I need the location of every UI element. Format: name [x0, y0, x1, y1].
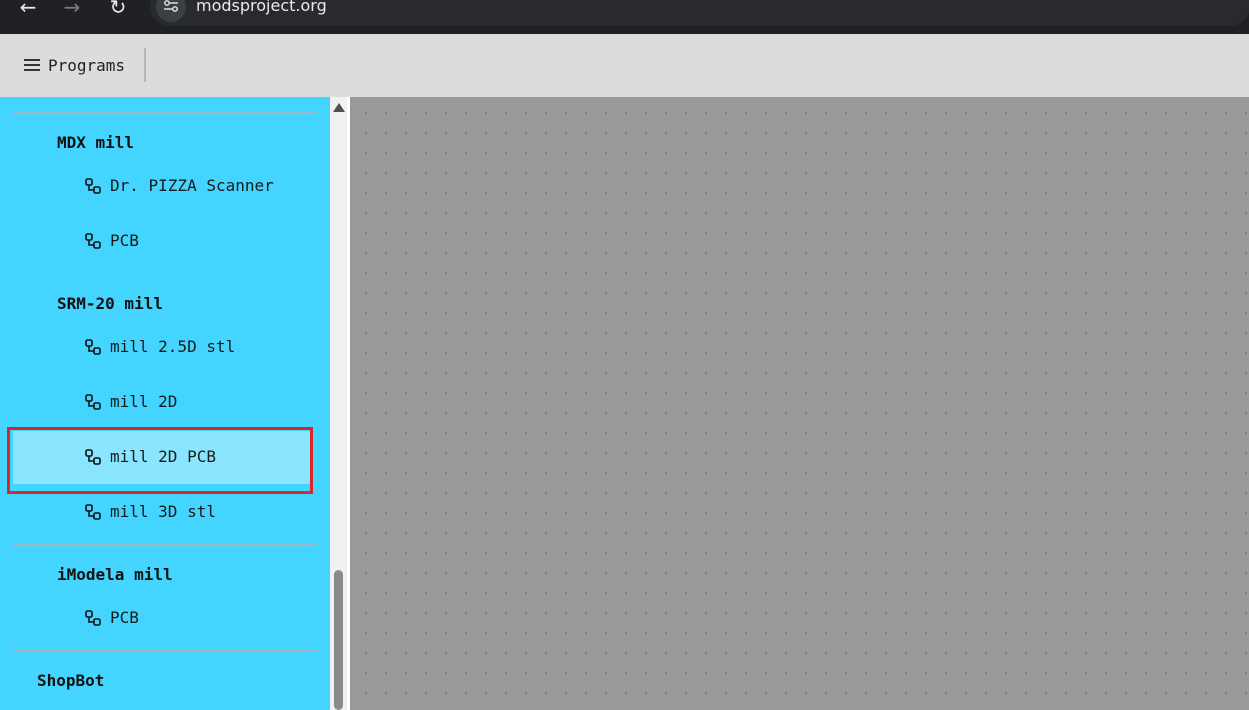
divider	[13, 544, 317, 545]
app-header: Programs	[0, 34, 1249, 97]
group-title-shopbot[interactable]: ShopBot	[37, 671, 104, 691]
divider	[13, 112, 317, 113]
scroll-up-icon[interactable]	[333, 103, 345, 112]
divider	[13, 650, 317, 651]
group-title-mdx-mill: MDX mill	[57, 133, 135, 152]
program-link-icon	[85, 610, 101, 626]
sidebar-item-label: mill 3D stl	[110, 502, 216, 521]
url-text[interactable]: modsproject.org	[196, 0, 327, 14]
arrow-left-icon[interactable]: ←	[13, 0, 43, 22]
program-link-icon	[85, 233, 101, 249]
hamburger-icon	[24, 59, 40, 71]
group-title-imodela-mill: iModela mill	[57, 565, 173, 584]
group-title-srm-20-mill: SRM-20 mill	[57, 294, 163, 313]
program-link-icon	[85, 178, 101, 194]
sidebar-item-mill-2-5d-stl[interactable]: mill 2.5D stl	[84, 337, 235, 357]
program-link-icon	[85, 504, 101, 520]
sidebar-item-dr-pizza-scanner[interactable]: Dr. PIZZA Scanner	[84, 176, 274, 196]
arrow-right-icon[interactable]: →	[57, 0, 87, 22]
divider	[13, 273, 317, 274]
header-divider	[144, 48, 146, 82]
sidebar-scrollbar[interactable]	[330, 97, 347, 710]
sidebar-item-label: Dr. PIZZA Scanner	[110, 176, 274, 195]
sidebar-item-pcb[interactable]: PCB	[84, 231, 139, 251]
sidebar-item-label: PCB	[110, 231, 139, 250]
sidebar-item-mill-3d-stl[interactable]: mill 3D stl	[84, 502, 216, 522]
program-link-icon	[85, 394, 101, 410]
scroll-thumb[interactable]	[334, 570, 343, 710]
program-canvas[interactable]	[350, 97, 1249, 710]
reload-icon[interactable]: ↻	[103, 0, 133, 22]
programs-label: Programs	[48, 55, 126, 75]
selection-outline	[7, 427, 313, 494]
programs-sidebar: MDX mill Dr. PIZZA Scanner PCB SRM-20 mi…	[0, 97, 330, 710]
sidebar-item-mill-2d[interactable]: mill 2D	[84, 392, 177, 412]
sidebar-item-label: mill 2.5D stl	[110, 337, 236, 356]
programs-menu-button[interactable]: Programs	[14, 46, 135, 84]
sidebar-item-pcb[interactable]: PCB	[84, 608, 139, 628]
program-link-icon	[85, 339, 101, 355]
browser-toolbar: ← → ↻ modsproject.org	[0, 0, 1249, 35]
sidebar-item-label: PCB	[110, 608, 139, 627]
sidebar-item-label: mill 2D	[110, 392, 178, 411]
